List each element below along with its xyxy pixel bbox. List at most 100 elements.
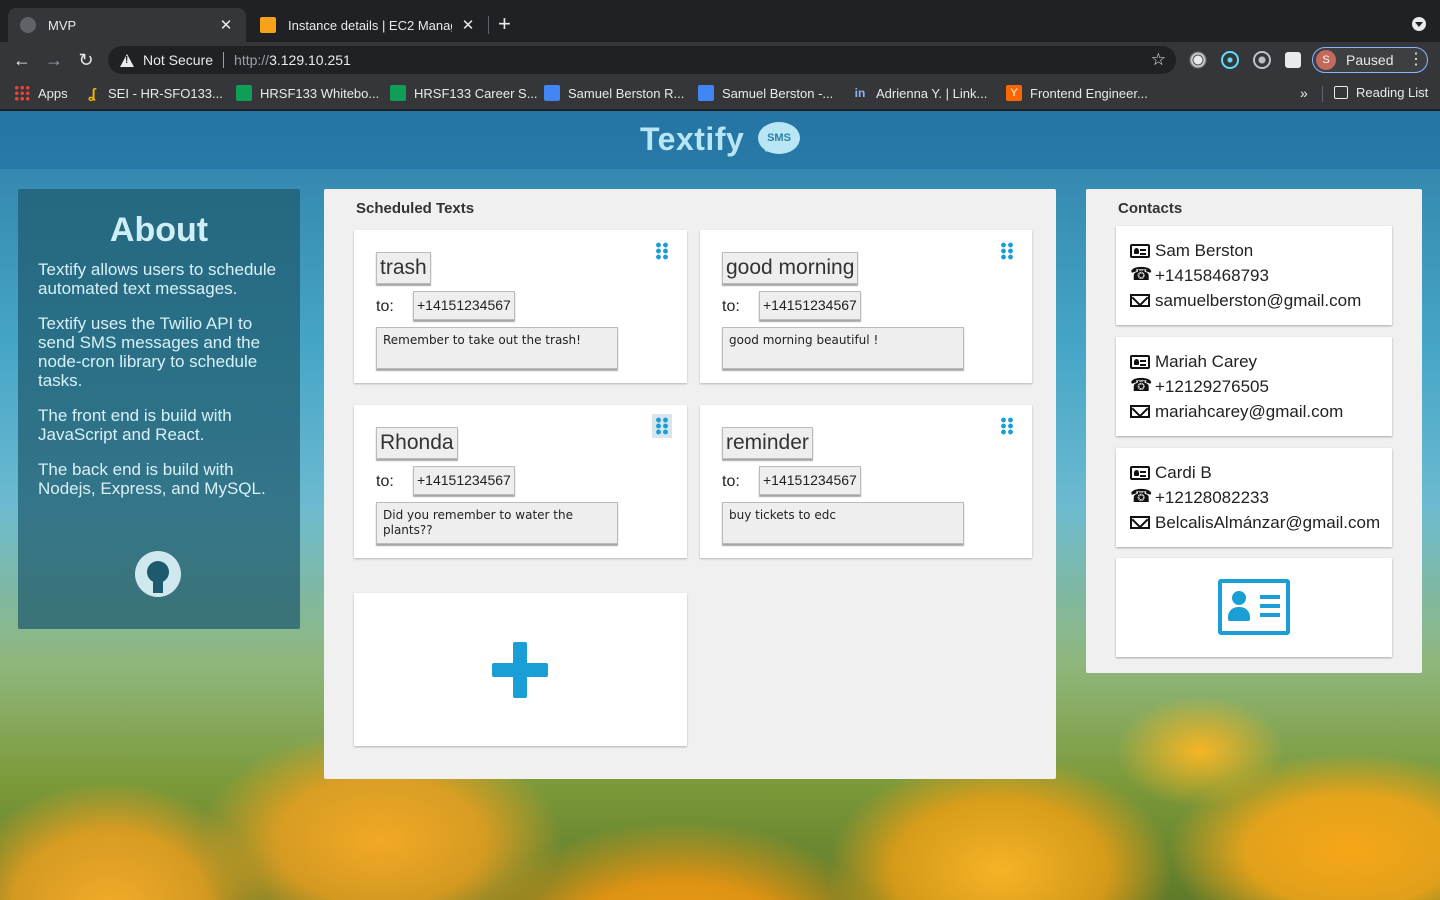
apps-grid-icon xyxy=(14,85,30,101)
browser-tab-strip: MVP ✕ Instance details | EC2 Manager ✕ + xyxy=(0,0,1440,42)
bookmark-linkedin[interactable]: in Adrienna Y. | Link... xyxy=(852,85,988,101)
sei-icon: ʆ xyxy=(88,85,96,101)
scheduled-text-card[interactable]: trash to: +14151234567 Remember to take … xyxy=(354,230,687,383)
drag-handle-icon[interactable] xyxy=(652,414,672,438)
bookmark-star-icon[interactable]: ☆ xyxy=(1151,50,1166,70)
app-title: Textify xyxy=(640,121,745,157)
contact-card[interactable]: Cardi B +12128082233 BelcalisAlmánzar@gm… xyxy=(1116,448,1392,547)
add-contact-button[interactable] xyxy=(1116,558,1392,657)
menu-kebab-icon[interactable]: ⋮ xyxy=(1408,50,1424,70)
app-header: Textify SMS xyxy=(0,111,1440,169)
to-label: to: xyxy=(376,473,394,490)
text-title-field[interactable]: reminder xyxy=(722,427,813,459)
contact-name-row: Sam Berston xyxy=(1130,238,1392,263)
tab-title: MVP xyxy=(48,17,77,33)
contact-name: Sam Berston xyxy=(1155,240,1254,260)
docs-icon xyxy=(544,85,560,101)
puzzle-extensions-icon[interactable] xyxy=(1285,52,1301,68)
bookmark-label: Adrienna Y. | Link... xyxy=(876,85,988,101)
bookmark-hrsf133-whiteboard[interactable]: HRSF133 Whitebo... xyxy=(236,85,379,101)
add-scheduled-text-button[interactable] xyxy=(354,593,687,746)
about-heading: About xyxy=(109,211,209,249)
drag-handle-icon[interactable] xyxy=(655,242,669,260)
about-paragraph: The back end is build with Nodejs, Expre… xyxy=(38,460,266,498)
drag-handle-icon[interactable] xyxy=(1000,242,1014,260)
to-label: to: xyxy=(722,473,740,490)
bookmark-apps[interactable]: Apps xyxy=(14,85,68,101)
contact-name: Mariah Carey xyxy=(1155,351,1258,371)
bookmark-samuel-berston[interactable]: Samuel Berston -... xyxy=(698,85,833,101)
contact-email: mariahcarey@gmail.com xyxy=(1155,401,1344,421)
bookmark-label: HRSF133 Whitebo... xyxy=(260,85,380,101)
scheduled-text-card[interactable]: good morning to: +14151234567 good morni… xyxy=(700,230,1032,383)
address-bar[interactable]: Not Secure http:// 3.129.10.251 ☆ xyxy=(108,46,1176,74)
bookmark-resume[interactable]: Samuel Berston R... xyxy=(544,85,684,101)
back-arrow-icon[interactable]: ← xyxy=(10,48,34,72)
about-paragraph: Textify uses the Twilio API to send SMS … xyxy=(38,314,261,390)
message-field[interactable]: Remember to take out the trash! xyxy=(376,327,618,369)
contact-name-row: Mariah Carey xyxy=(1130,349,1392,374)
contact-email: BelcalisAlmánzar@gmail.com xyxy=(1155,512,1381,532)
profile-status: Paused xyxy=(1346,52,1394,68)
text-title-field[interactable]: good morning xyxy=(722,252,859,284)
bookmark-hrsf133-career[interactable]: HRSF133 Career S... xyxy=(390,85,538,101)
scheduled-text-card[interactable]: Rhonda to: +14151234567 Did you remember… xyxy=(354,405,687,558)
contact-email: samuelberston@gmail.com xyxy=(1155,290,1362,310)
bookmarks-overflow-icon[interactable]: » xyxy=(1300,85,1308,101)
browser-toolbar: ← → ↻ Not Secure http:// 3.129.10.251 ☆ … xyxy=(0,42,1440,78)
id-card-icon xyxy=(1130,243,1150,258)
contact-phone: +14158468793 xyxy=(1155,265,1269,285)
contact-email-row: mariahcarey@gmail.com xyxy=(1130,399,1392,424)
sms-bubble-icon: SMS xyxy=(758,122,800,154)
contact-phone-row: +12128082233 xyxy=(1130,485,1392,510)
close-tab-icon[interactable]: ✕ xyxy=(460,16,476,34)
envelope-icon xyxy=(1130,294,1150,307)
contacts-heading: Contacts xyxy=(1118,200,1183,217)
phone-icon xyxy=(1130,264,1152,285)
tab-search-icon[interactable] xyxy=(1412,17,1426,31)
contact-phone-row: +12129276505 xyxy=(1130,374,1392,399)
react-devtools-icon[interactable] xyxy=(1221,51,1239,69)
target-extension-icon[interactable] xyxy=(1253,51,1271,69)
github-icon[interactable] xyxy=(135,551,181,597)
bookmarks-bar: Apps ʆ SEI - HR-SFO133... HRSF133 Whiteb… xyxy=(0,78,1440,110)
bookmarks-divider xyxy=(1322,86,1323,102)
gear-extension-icon[interactable] xyxy=(1189,51,1207,69)
phone-icon xyxy=(1130,486,1152,507)
message-field[interactable]: buy tickets to edc xyxy=(722,502,964,544)
reading-list-button[interactable]: Reading List xyxy=(1334,85,1428,100)
bookmark-label: Samuel Berston R... xyxy=(568,85,685,101)
linkedin-icon: in xyxy=(854,86,866,100)
scheduled-texts-panel: Scheduled Texts trash to: +14151234567 R… xyxy=(324,189,1056,779)
sheets-icon xyxy=(390,85,406,101)
text-title-field[interactable]: Rhonda xyxy=(376,427,458,459)
address-card-icon xyxy=(1218,579,1290,635)
bookmark-label: Samuel Berston -... xyxy=(722,85,834,101)
contact-email-row: samuelberston@gmail.com xyxy=(1130,288,1392,313)
contact-card[interactable]: Sam Berston +14158468793 samuelberston@g… xyxy=(1116,226,1392,325)
envelope-icon xyxy=(1130,516,1150,529)
tab-mvp[interactable]: MVP ✕ xyxy=(8,8,246,42)
message-field[interactable]: good morning beautiful ! xyxy=(722,327,964,369)
app-page: Textify SMS About Textify allows users t… xyxy=(0,111,1440,900)
contact-name-row: Cardi B xyxy=(1130,460,1392,485)
bookmark-sei[interactable]: ʆ SEI - HR-SFO133... xyxy=(84,85,223,101)
message-field[interactable]: Did you remember to water the plants?? xyxy=(376,502,618,544)
forward-arrow-icon[interactable]: → xyxy=(42,48,66,72)
recipient-phone-field[interactable]: +14151234567 xyxy=(759,291,861,320)
reload-icon[interactable]: ↻ xyxy=(74,48,98,72)
recipient-phone-field[interactable]: +14151234567 xyxy=(759,466,861,495)
about-panel: About Textify allows users to schedule a… xyxy=(18,189,300,629)
new-tab-button[interactable]: + xyxy=(498,12,511,36)
bookmark-label: Frontend Engineer... xyxy=(1030,85,1148,101)
recipient-phone-field[interactable]: +14151234567 xyxy=(413,466,515,495)
drag-handle-icon[interactable] xyxy=(1000,417,1014,435)
bookmark-frontend-engineer[interactable]: Y Frontend Engineer... xyxy=(1006,85,1148,101)
to-label: to: xyxy=(722,298,740,315)
tab-ec2[interactable]: Instance details | EC2 Manager ✕ xyxy=(248,8,488,42)
scheduled-text-card[interactable]: reminder to: +14151234567 buy tickets to… xyxy=(700,405,1032,558)
close-tab-icon[interactable]: ✕ xyxy=(218,16,234,34)
text-title-field[interactable]: trash xyxy=(376,252,431,284)
contact-card[interactable]: Mariah Carey +12129276505 mariahcarey@gm… xyxy=(1116,337,1392,436)
recipient-phone-field[interactable]: +14151234567 xyxy=(413,291,515,320)
